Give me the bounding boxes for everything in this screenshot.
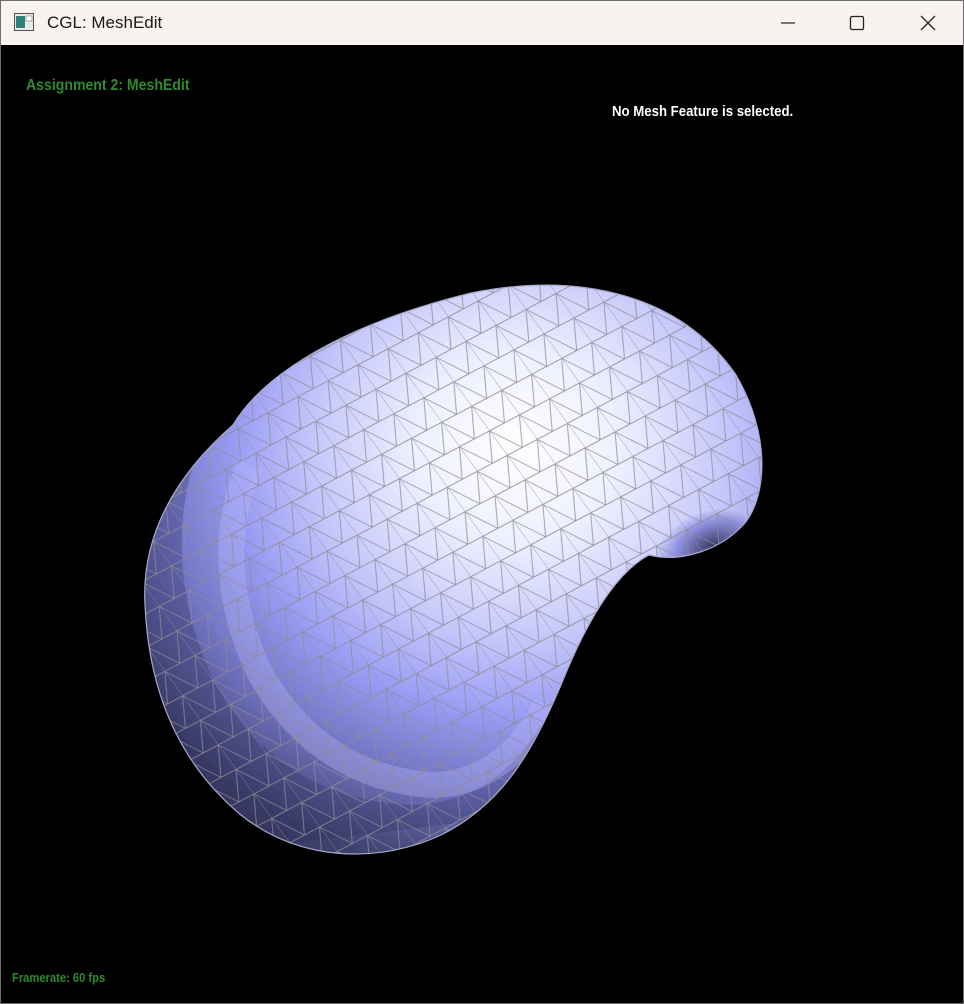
- assignment-title: Assignment 2: MeshEdit: [26, 77, 190, 94]
- maximize-button[interactable]: [822, 1, 892, 45]
- window-title: CGL: MeshEdit: [47, 13, 163, 32]
- close-icon: [919, 14, 937, 32]
- app-window: CGL: MeshEdit Assignment 2: MeshEdit No …: [0, 0, 964, 1004]
- app-window-icon: [14, 13, 34, 31]
- selection-status: No Mesh Feature is selected.: [612, 103, 794, 120]
- framerate-label: Framerate: 60 fps: [12, 970, 106, 985]
- render-viewport[interactable]: Assignment 2: MeshEdit No Mesh Feature i…: [1, 45, 963, 1003]
- minimize-icon: [780, 15, 796, 31]
- minimize-button[interactable]: [753, 1, 823, 45]
- maximize-icon: [849, 15, 865, 31]
- close-button[interactable]: [893, 1, 963, 45]
- mesh-canvas[interactable]: [1, 45, 963, 1003]
- title-bar[interactable]: CGL: MeshEdit: [1, 1, 963, 45]
